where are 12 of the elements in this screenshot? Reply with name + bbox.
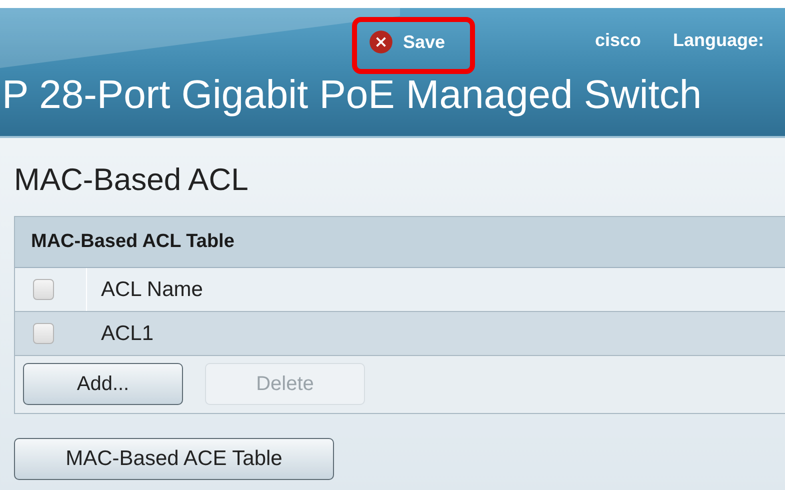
username-text: cisco [595, 30, 642, 50]
close-icon [369, 30, 393, 54]
select-all-checkbox[interactable] [33, 279, 54, 300]
ace-table-button[interactable]: MAC-Based ACE Table [14, 438, 334, 480]
column-header: ACL Name [100, 276, 203, 302]
table-title: MAC-Based ACL Table [15, 217, 785, 268]
page-title: MAC-Based ACL [14, 161, 250, 198]
row-checkbox[interactable] [33, 323, 54, 344]
table-cell-text: ACL1 [100, 320, 154, 346]
language-label: Language: [673, 30, 764, 50]
product-title: P 28-Port Gigabit PoE Managed Switch [1, 73, 703, 118]
add-button[interactable]: Add... [23, 363, 183, 405]
